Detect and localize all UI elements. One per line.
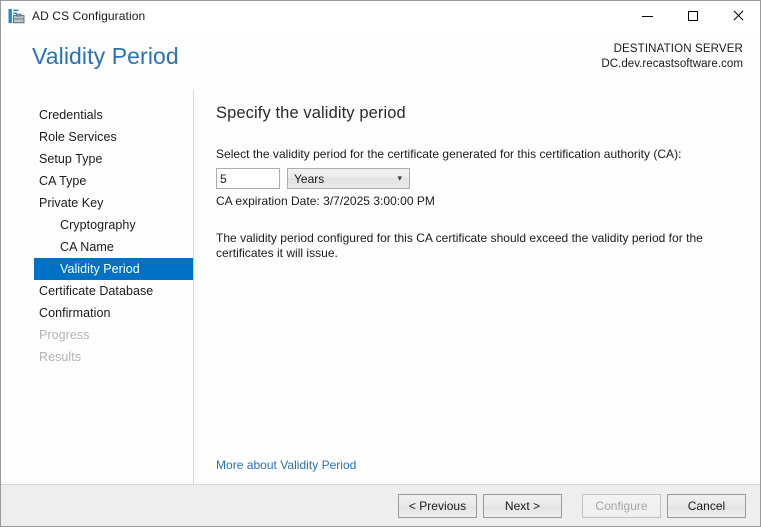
main-content: Specify the validity period Select the v… [194,89,760,484]
page-header: Validity Period DESTINATION SERVER DC.de… [1,31,760,89]
previous-button[interactable]: < Previous [398,493,477,518]
maximize-icon [687,11,698,21]
wizard-navigation: Credentials Role Services Setup Type CA Typ… [1,89,194,484]
sidebar-item-private-key[interactable]: Private Key [1,192,193,214]
sidebar-item-ca-name[interactable]: CA Name [1,236,193,258]
window-title: AD CS Configuration [32,9,146,23]
ca-expiration-date: CA expiration Date: 3/7/2025 3:00:00 PM [216,194,435,208]
maximize-button[interactable] [670,1,715,31]
sidebar-item-progress: Progress [39,328,90,342]
minimize-button[interactable] [625,1,670,31]
sidebar-item-validity-period[interactable]: Validity Period [34,258,193,280]
validity-period-unit-select[interactable]: Years ▾ [287,168,410,189]
sidebar-item-results: Results [39,350,82,364]
sidebar-item-credentials[interactable]: Credentials [1,104,193,126]
content-title: Specify the validity period [216,104,406,122]
close-button[interactable] [715,1,760,31]
validity-period-unit-value: Years [294,171,325,186]
sidebar-item-setup-type[interactable]: Setup Type [1,148,193,170]
sidebar-item-certificate-database[interactable]: Certificate Database [1,280,193,302]
sidebar-item-role-services[interactable]: Role Services [1,126,193,148]
validity-period-controls: Years ▾ [216,168,760,189]
title-bar: AD CS Configuration [1,1,760,31]
validity-period-input[interactable] [216,168,280,189]
page-title: Validity Period [32,43,179,69]
close-icon [732,10,744,22]
validity-period-note: The validity period configured for this … [216,231,703,260]
more-about-validity-period-link[interactable]: More about Validity Period [216,458,356,472]
destination-server-label: DESTINATION SERVER [613,43,743,55]
destination-server-name: DC.dev.recastsoftware.com [601,58,743,70]
server-manager-icon [8,8,25,25]
configure-button: Configure [582,493,661,518]
cancel-button[interactable]: Cancel [667,493,746,518]
sidebar-item-ca-type[interactable]: CA Type [1,170,193,192]
next-button[interactable]: Next > [483,493,562,518]
ad-cs-configuration-window: AD CS Configuration Validity Period DEST… [0,0,761,527]
window-controls [625,1,760,31]
body-area: Credentials Role Services Setup Type CA Typ… [1,89,760,484]
destination-server-block: DESTINATION SERVER DC.dev.recastsoftware… [601,43,743,70]
sidebar-item-cryptography[interactable]: Cryptography [1,214,193,236]
minimize-icon [642,15,653,17]
wizard-footer: < Previous Next > Configure Cancel [1,484,760,526]
chevron-down-icon: ▾ [397,172,402,183]
sidebar-item-confirmation[interactable]: Confirmation [1,302,193,324]
validity-period-field-label: Select the validity period for the certi… [216,147,682,161]
